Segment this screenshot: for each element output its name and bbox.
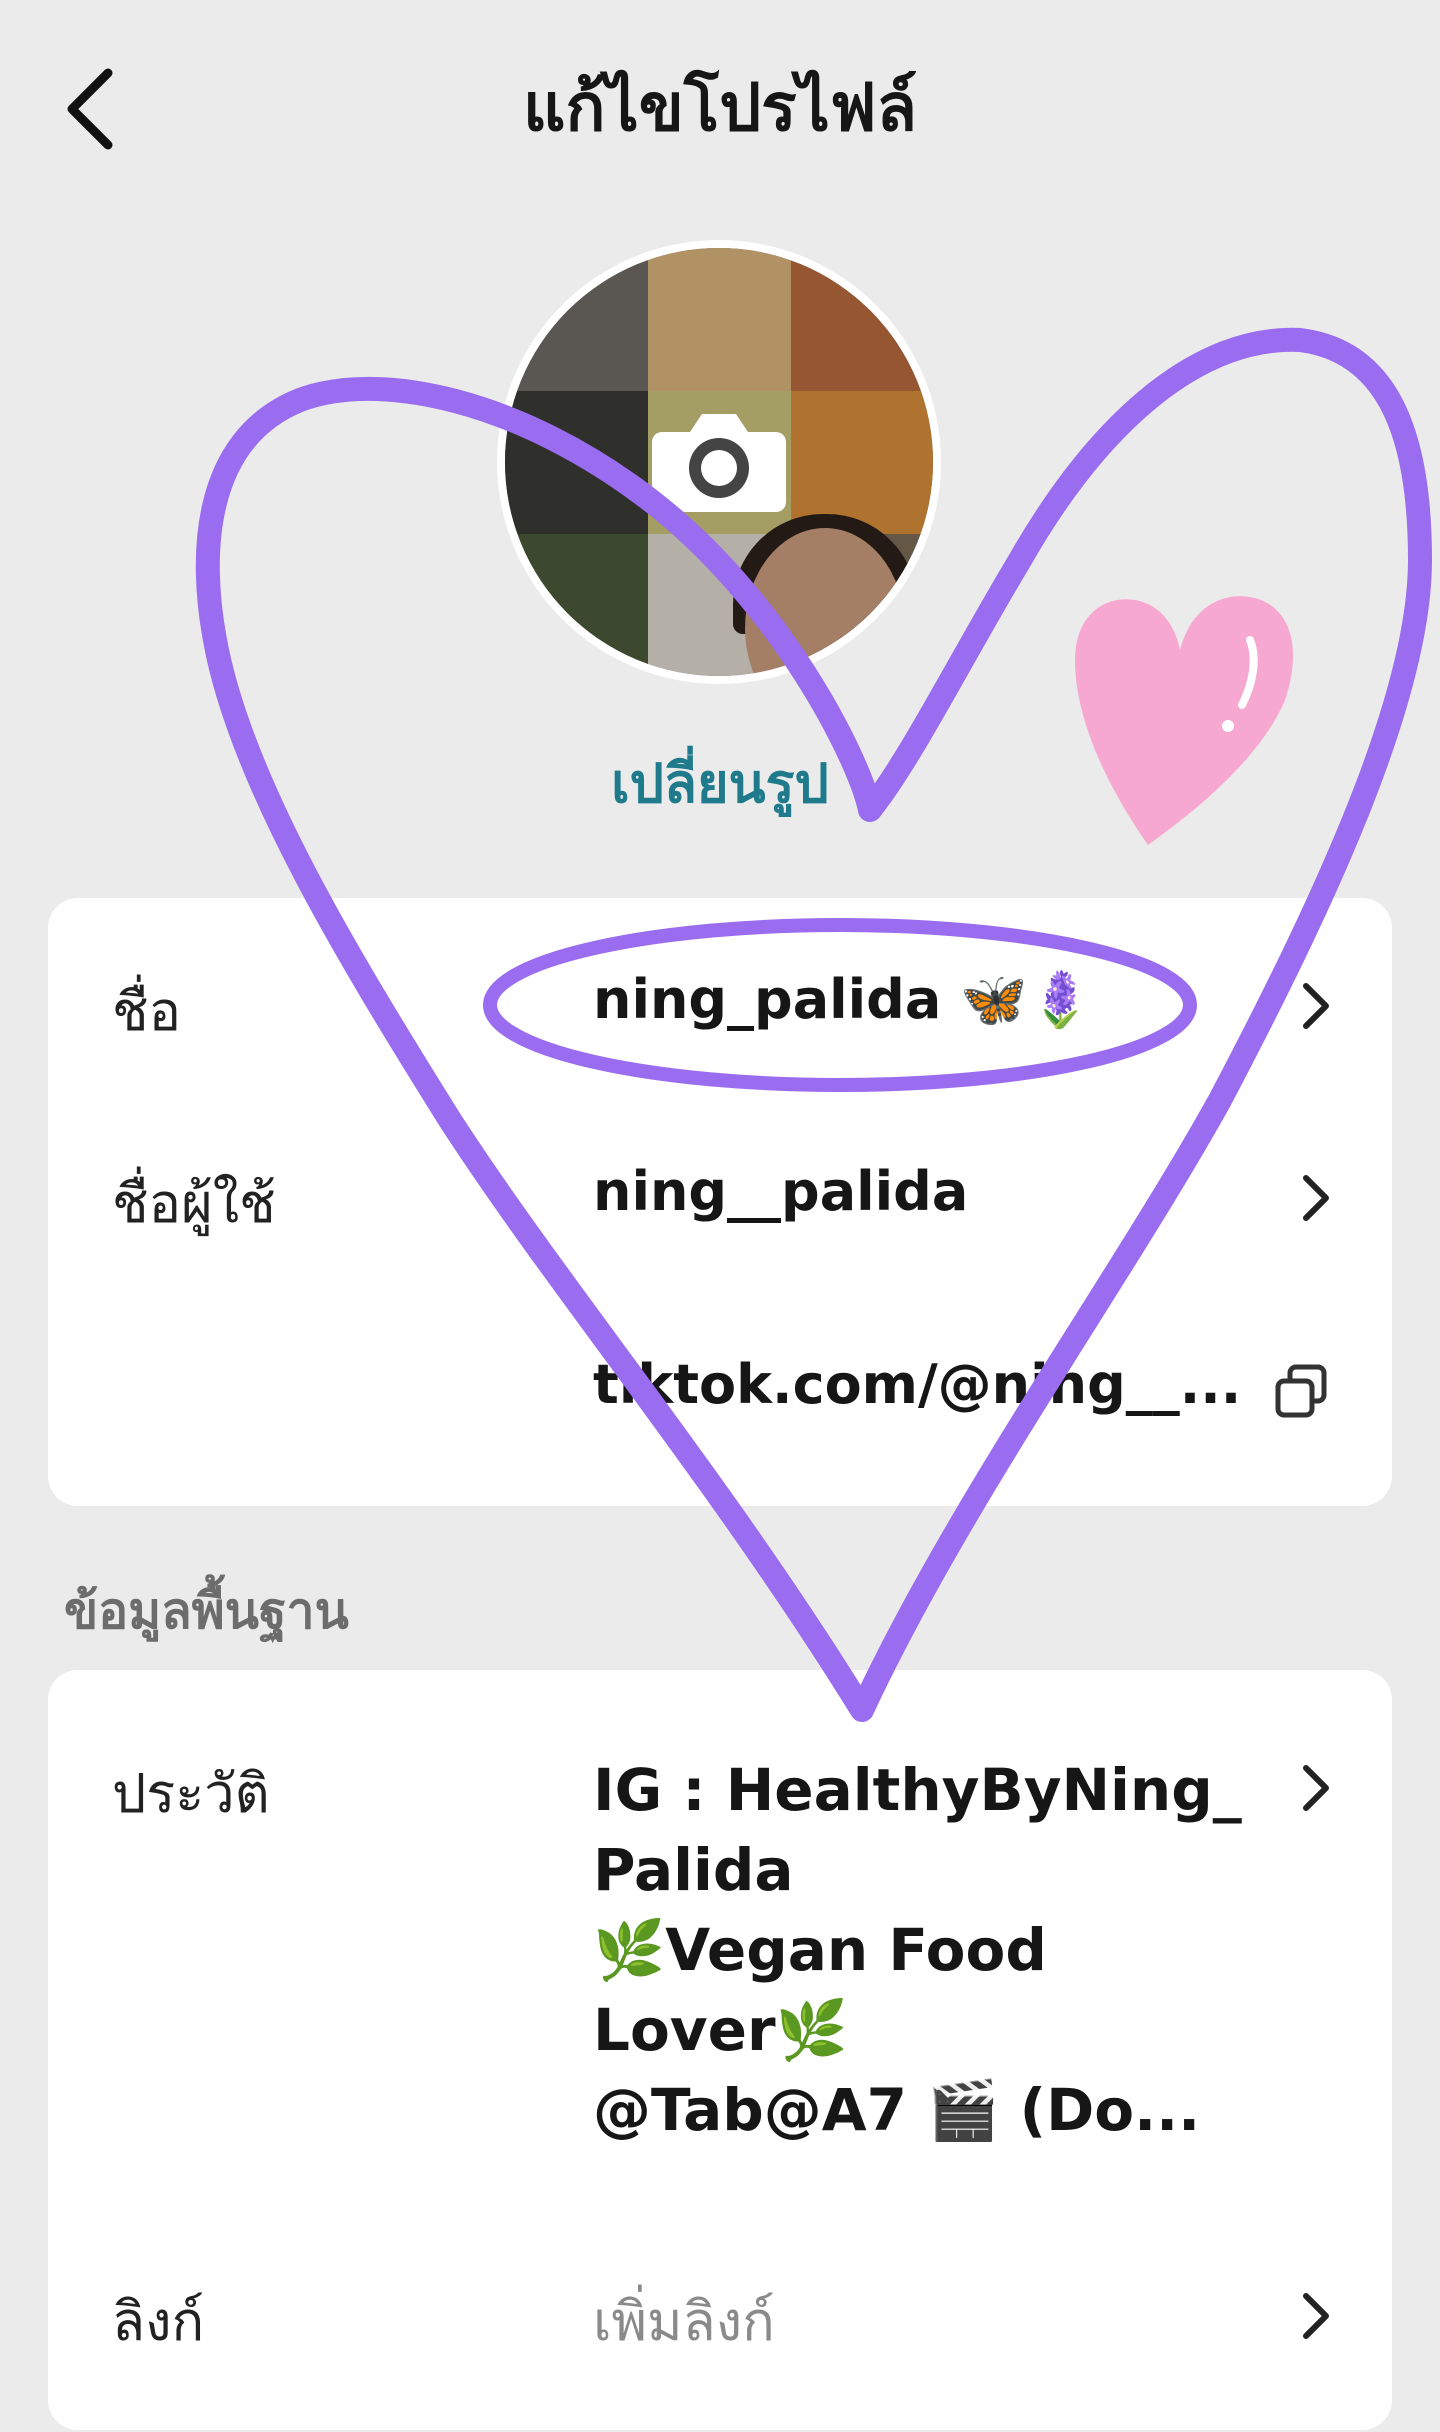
name-row[interactable]: ชื่อ ning_palida 🦋🪻 xyxy=(48,968,1392,1058)
bio-line: 🌿Vegan Food xyxy=(593,1916,1047,1984)
link-row[interactable]: ลิงก์ เพิ่มลิงก์ xyxy=(48,2278,1392,2368)
bio-line: @Tab@A7 🎬 (Do... xyxy=(593,2076,1201,2144)
camera-icon xyxy=(652,414,786,512)
add-link-placeholder: เพิ่มลิงก์ xyxy=(593,2290,775,2353)
bio-row[interactable]: ประวัติ IG : HealthyByNing_ Palida 🌿Vega… xyxy=(48,1750,1392,2170)
chevron-right-icon xyxy=(1303,2293,1329,2339)
header: แก้ไขโปรไฟล์ xyxy=(0,0,1440,210)
bio-value: IG : HealthyByNing_ Palida 🌿Vegan Food L… xyxy=(593,1750,1242,2150)
page-title: แก้ไขโปรไฟล์ xyxy=(523,69,917,146)
copy-icon[interactable] xyxy=(1272,1361,1332,1421)
bio-line: Palida xyxy=(593,1836,794,1904)
username-row[interactable]: ชื่อผู้ใช้ ning__palida xyxy=(48,1160,1392,1250)
change-photo-link[interactable]: เปลี่ยนรูป xyxy=(0,740,1440,826)
avatar[interactable] xyxy=(497,240,941,684)
bio-line: Lover🌿 xyxy=(593,1996,848,2064)
bio-label: ประวัติ xyxy=(112,1762,270,1825)
chevron-right-icon xyxy=(1303,983,1329,1029)
profile-link-value: tiktok.com/@ning__... xyxy=(593,1353,1242,1416)
basic-info-card: ประวัติ IG : HealthyByNing_ Palida 🌿Vega… xyxy=(48,1670,1392,2430)
link-label: ลิงก์ xyxy=(112,2290,205,2353)
profile-link-row: tiktok.com/@ning__... xyxy=(48,1353,1392,1443)
username-label: ชื่อผู้ใช้ xyxy=(112,1172,276,1235)
name-value: ning_palida 🦋🪻 xyxy=(593,968,1095,1031)
username-value: ning__palida xyxy=(593,1160,969,1223)
chevron-right-icon xyxy=(1303,1175,1329,1221)
chevron-right-icon xyxy=(1303,1765,1329,1811)
profile-card: ชื่อ ning_palida 🦋🪻 ชื่อผู้ใช้ ning__pal… xyxy=(48,898,1392,1506)
name-label: ชื่อ xyxy=(112,980,182,1043)
bio-line: IG : HealthyByNing_ xyxy=(593,1756,1242,1824)
avatar-image xyxy=(505,248,933,676)
section-title-basic-info: ข้อมูลพื้นฐาน xyxy=(64,1582,349,1640)
